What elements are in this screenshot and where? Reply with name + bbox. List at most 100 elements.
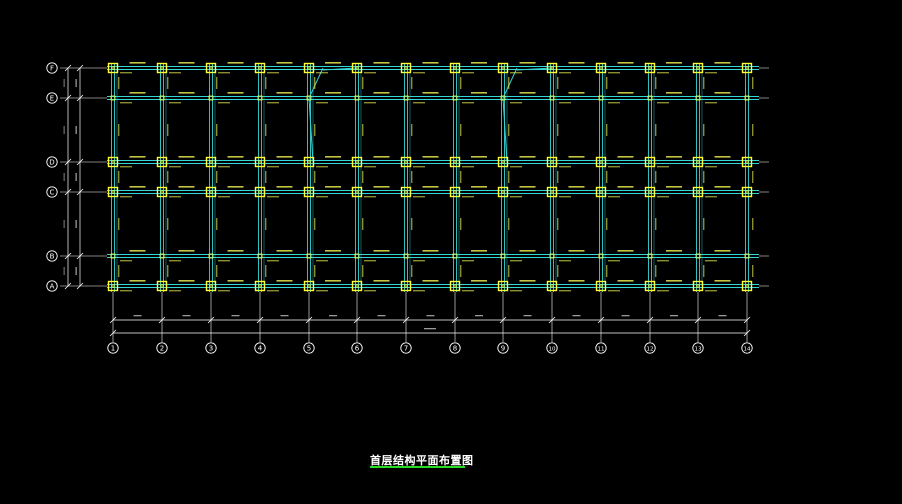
- column-core: [745, 190, 749, 194]
- beam-label-mark: [267, 72, 279, 74]
- beam-label-mark: [314, 218, 316, 230]
- beam-label-mark: [314, 265, 316, 277]
- beam-label-mark: [227, 250, 244, 252]
- column-core: [355, 190, 359, 194]
- beam-label-mark: [129, 92, 146, 94]
- beam-label-mark: [703, 218, 705, 230]
- beam-label-mark: [118, 124, 120, 136]
- beam-label-mark: [316, 290, 328, 292]
- beam-label-mark: [705, 260, 717, 262]
- beam-label-mark: [508, 171, 510, 183]
- beam-label-mark: [218, 102, 230, 104]
- dimension-text-mark: [63, 267, 65, 275]
- beam-label-mark: [606, 218, 608, 230]
- dimension-text-mark: [75, 79, 77, 87]
- beam-label-mark: [167, 171, 169, 183]
- beam-label-mark: [362, 265, 364, 277]
- beam-label-mark: [373, 280, 390, 282]
- beam-label-mark: [169, 290, 181, 292]
- beam-label-mark: [655, 171, 657, 183]
- beam-label-mark: [510, 260, 522, 262]
- beam-label-mark: [462, 166, 474, 168]
- column-core: [111, 66, 115, 70]
- axis-label-x: 7: [404, 345, 408, 353]
- beam-label-mark: [413, 102, 425, 104]
- beam-label-mark: [462, 260, 474, 262]
- beam-label-mark: [267, 102, 279, 104]
- beam-label-mark: [608, 166, 620, 168]
- beam-label-mark: [657, 166, 669, 168]
- beam-label-mark: [460, 265, 462, 277]
- column-core: [648, 284, 652, 288]
- beam-label-mark: [167, 77, 169, 89]
- dimension-text-mark: [182, 315, 191, 317]
- beam-label-mark: [411, 77, 413, 89]
- beam-label-mark: [508, 77, 510, 89]
- beam-label-mark: [752, 218, 754, 230]
- dimension-text-mark: [280, 315, 289, 317]
- beam-label-mark: [714, 156, 731, 158]
- column-core: [453, 190, 457, 194]
- beam-label-mark: [510, 72, 522, 74]
- beam-label-mark: [617, 62, 634, 64]
- axis-label-x: 3: [209, 345, 213, 353]
- column-core: [404, 160, 408, 164]
- column-core: [696, 160, 700, 164]
- beam-label-mark: [167, 265, 169, 277]
- axis-label-x: 6: [355, 345, 360, 353]
- beam-label-mark: [316, 102, 328, 104]
- beam-label-mark: [519, 156, 536, 158]
- column-core: [599, 160, 603, 164]
- dimension-text-mark: [63, 220, 65, 228]
- beam-label-mark: [608, 72, 620, 74]
- column-core: [307, 190, 311, 194]
- axis-label-x: 1: [111, 345, 115, 353]
- beam-label-mark: [178, 62, 195, 64]
- beam-label-mark: [559, 72, 571, 74]
- column-core: [258, 160, 262, 164]
- axis-bubble-layer: 1 2 3 4 5 6 7 8 9 10 11 12 13 14FEDCBA: [46, 62, 753, 354]
- beam-label-mark: [316, 72, 328, 74]
- column-core: [355, 66, 359, 70]
- beam-label-mark: [519, 92, 536, 94]
- beam-label-mark: [666, 250, 682, 252]
- beam-label-mark: [120, 260, 132, 262]
- beam-label-mark: [559, 290, 571, 292]
- beam-label-mark: [276, 280, 293, 282]
- column-core: [258, 284, 262, 288]
- beam-label-mark: [460, 218, 462, 230]
- beam-label-mark: [422, 186, 439, 188]
- beam-label-mark: [276, 186, 293, 188]
- column-core: [501, 66, 505, 70]
- beam-label-mark: [178, 250, 195, 252]
- beam-label-mark: [314, 171, 316, 183]
- beam-label-mark: [129, 156, 146, 158]
- column-core: [550, 66, 554, 70]
- column-core: [209, 284, 213, 288]
- column-core: [648, 66, 652, 70]
- dimension-text-mark: [63, 126, 65, 134]
- beam-label-mark: [129, 186, 146, 188]
- beam-label-mark: [325, 280, 341, 282]
- beam-label-mark: [218, 166, 230, 168]
- beam-label-mark: [227, 186, 244, 188]
- beam-label-mark: [471, 156, 487, 158]
- axis-label-x: 11: [598, 347, 605, 353]
- beam-label-mark: [617, 280, 634, 282]
- axis-label-x: 5: [307, 345, 311, 353]
- beam-label-mark: [510, 196, 522, 198]
- beam-label-mark: [705, 102, 717, 104]
- beam-label-mark: [422, 250, 439, 252]
- beam-label-mark: [471, 186, 487, 188]
- beam-label-mark: [557, 124, 559, 136]
- beam-label-mark: [606, 171, 608, 183]
- dimension-text-mark: [377, 315, 386, 317]
- column-core: [501, 190, 505, 194]
- beam-label-mark: [655, 77, 657, 89]
- axis-label-x: 10: [549, 347, 556, 353]
- beam-label-mark: [705, 72, 717, 74]
- column-core: [648, 160, 652, 164]
- dimension-text-mark: [475, 315, 483, 317]
- beam-label-mark: [265, 77, 267, 89]
- beam-label-mark: [118, 77, 120, 89]
